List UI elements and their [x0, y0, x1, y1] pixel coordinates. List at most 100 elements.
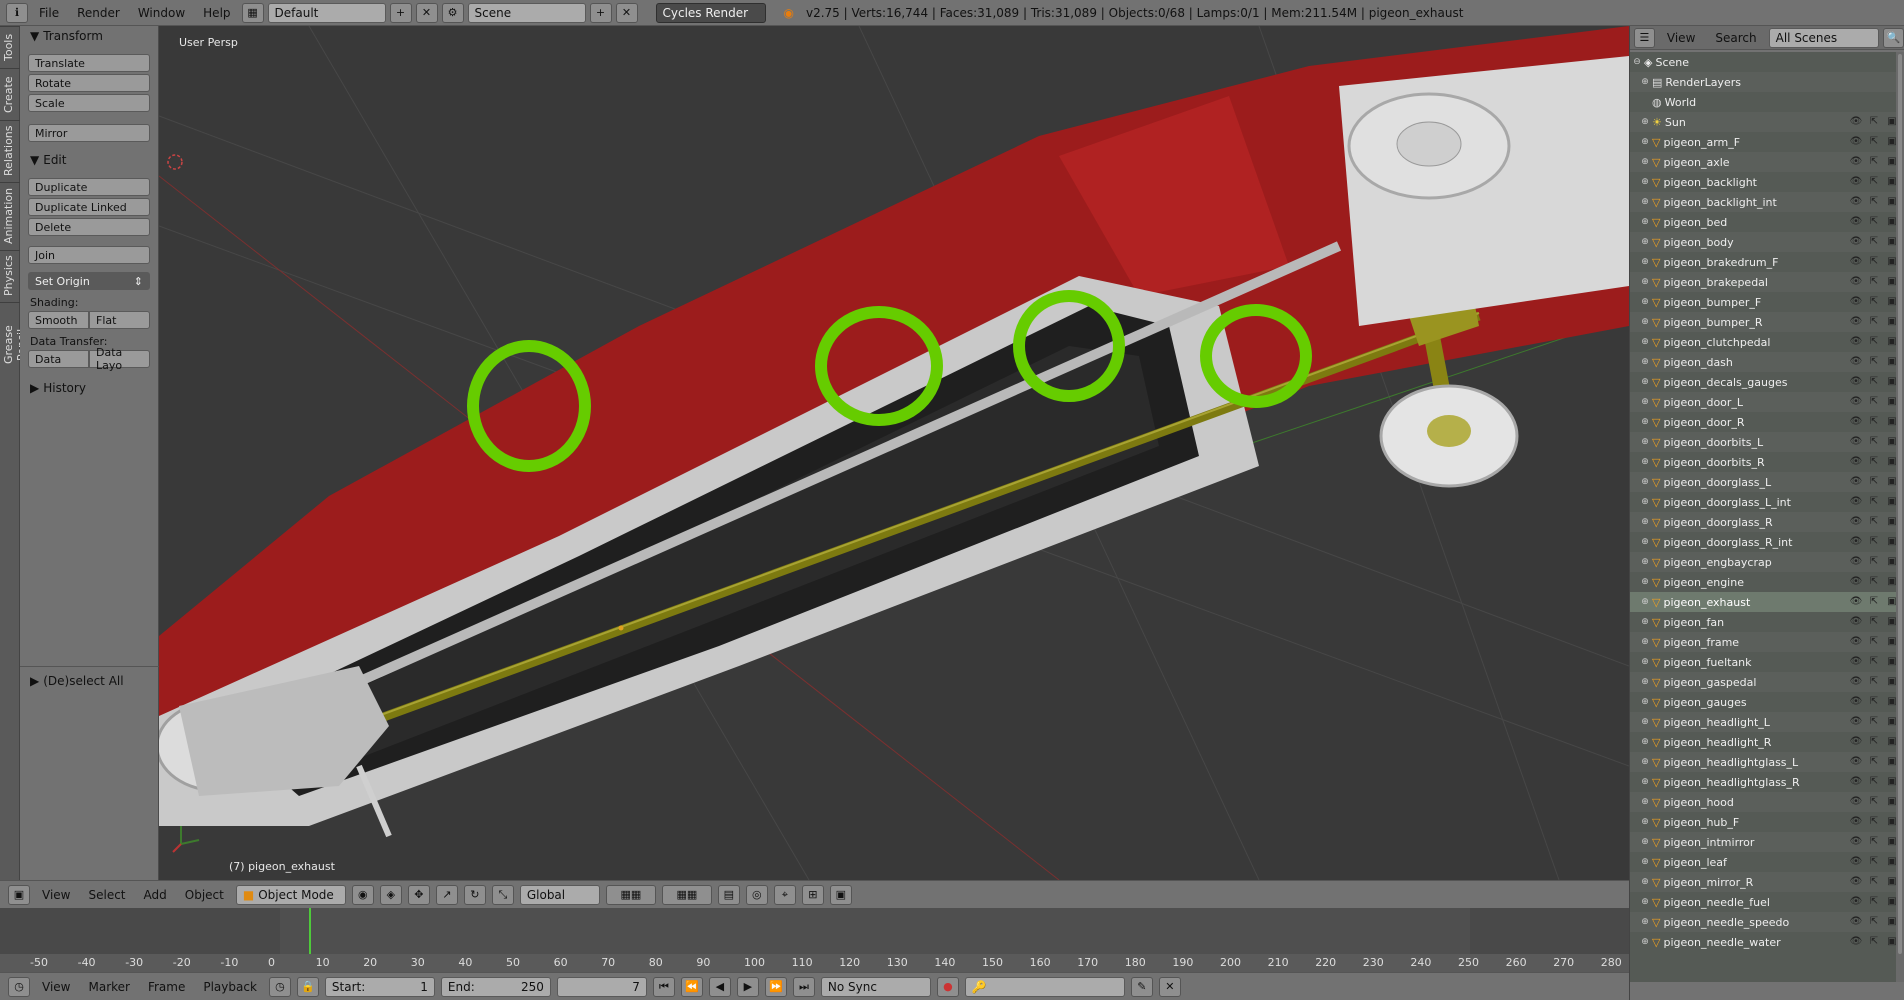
cursor-icon[interactable]: ⇱ — [1867, 515, 1881, 529]
expand-icon[interactable]: ⊕ — [1638, 377, 1652, 387]
expand-icon[interactable]: ⊕ — [1638, 777, 1652, 787]
play-icon[interactable]: ▶ — [736, 976, 759, 997]
expand-icon[interactable]: ⊕ — [1638, 437, 1652, 447]
cursor-icon[interactable]: ⇱ — [1867, 175, 1881, 189]
eye-icon[interactable]: 👁 — [1849, 115, 1863, 129]
layers-grid-icon[interactable]: ▦▦ — [605, 884, 656, 905]
outliner-item-row[interactable]: ⊕ ▽ pigeon_exhaust 👁 ⇱ ▣ — [1630, 592, 1904, 612]
smooth-button[interactable]: Smooth — [28, 311, 89, 329]
eye-icon[interactable]: 👁 — [1849, 735, 1863, 749]
outliner-scene-row[interactable]: ⊖ ◈ Scene — [1630, 52, 1904, 72]
expand-icon[interactable]: ⊕ — [1638, 877, 1652, 887]
cursor-icon[interactable]: ⇱ — [1867, 195, 1881, 209]
add-scene-icon[interactable]: + — [589, 2, 612, 23]
expand-icon[interactable]: ⊕ — [1638, 677, 1652, 687]
outliner-item-row[interactable]: ⊕ ▽ pigeon_needle_fuel 👁 ⇱ ▣ — [1630, 892, 1904, 912]
outliner-scrollbar[interactable] — [1896, 52, 1904, 982]
expand-icon[interactable]: ⊕ — [1638, 837, 1652, 847]
outliner-item-row[interactable]: ⊕ ▽ pigeon_headlight_R 👁 ⇱ ▣ — [1630, 732, 1904, 752]
timeline[interactable]: -50 -40 -30 -20 -10 0 10 20 30 40 50 60 70 80 90 100 110… — [0, 908, 1629, 972]
outliner-item-row[interactable]: ⊕ ▽ pigeon_bumper_R 👁 ⇱ ▣ — [1630, 312, 1904, 332]
eye-icon[interactable]: 👁 — [1849, 435, 1863, 449]
set-origin-select[interactable]: Set Origin ⇕ — [28, 272, 150, 290]
outliner-item-row[interactable]: ⊕ ▽ pigeon_engbaycrap 👁 ⇱ ▣ — [1630, 552, 1904, 572]
outliner-item-row[interactable]: ⊕ ▽ pigeon_hood 👁 ⇱ ▣ — [1630, 792, 1904, 812]
menu-help[interactable]: Help — [196, 6, 237, 20]
cursor-icon[interactable]: ⇱ — [1867, 755, 1881, 769]
expand-icon[interactable]: ⊕ — [1638, 737, 1652, 747]
screen-layout-select[interactable]: Default — [267, 2, 386, 23]
expand-icon[interactable]: ⊕ — [1638, 577, 1652, 587]
expand-icon[interactable]: ⊕ — [1638, 457, 1652, 467]
remove-scene-icon[interactable]: ✕ — [615, 2, 638, 23]
expand-icon[interactable]: ⊕ — [1638, 317, 1652, 327]
expand-icon[interactable]: ⊕ — [1638, 177, 1652, 187]
preview-range-icon[interactable]: ◷ — [268, 976, 291, 997]
expand-icon[interactable]: ⊕ — [1638, 297, 1652, 307]
outliner-item-row[interactable]: ⊕ ▽ pigeon_doorbits_R 👁 ⇱ ▣ — [1630, 452, 1904, 472]
menu-render[interactable]: Render — [70, 6, 127, 20]
delete-button[interactable]: Delete — [28, 218, 150, 236]
cursor-icon[interactable]: ⇱ — [1867, 595, 1881, 609]
render-layer-icon[interactable]: ▤ — [717, 884, 740, 905]
cursor-icon[interactable]: ⇱ — [1867, 455, 1881, 469]
menu-object[interactable]: Object — [179, 888, 230, 902]
cursor-icon[interactable]: ⇱ — [1867, 135, 1881, 149]
outliner-item-row[interactable]: ⊕ ▽ pigeon_hub_F 👁 ⇱ ▣ — [1630, 812, 1904, 832]
eye-icon[interactable]: 👁 — [1849, 515, 1863, 529]
eye-icon[interactable]: 👁 — [1849, 835, 1863, 849]
rotate-manipulator-icon[interactable]: ↻ — [463, 884, 486, 905]
outliner-item-row[interactable]: ⊕ ▽ pigeon_leaf 👁 ⇱ ▣ — [1630, 852, 1904, 872]
proportional-edit-icon[interactable]: ◎ — [745, 884, 768, 905]
scene-select[interactable]: Scene — [467, 2, 586, 23]
eye-icon[interactable]: 👁 — [1849, 715, 1863, 729]
eye-icon[interactable]: 👁 — [1849, 535, 1863, 549]
expand-icon[interactable]: ⊕ — [1638, 637, 1652, 647]
data-layout-button[interactable]: Data Layo — [89, 346, 150, 372]
layers-grid-2-icon[interactable]: ▦▦ — [661, 884, 712, 905]
menu-view[interactable]: View — [36, 888, 76, 902]
cursor-icon[interactable]: ⇱ — [1867, 575, 1881, 589]
eye-icon[interactable]: 👁 — [1849, 195, 1863, 209]
data-transfer-button[interactable]: Data — [28, 350, 89, 368]
menu-view-timeline[interactable]: View — [36, 980, 76, 994]
expand-icon[interactable]: ⊕ — [1638, 217, 1652, 227]
cursor-icon[interactable]: ⇱ — [1867, 795, 1881, 809]
cursor-icon[interactable]: ⇱ — [1867, 835, 1881, 849]
expand-icon[interactable]: ⊕ — [1638, 417, 1652, 427]
outliner-item-row[interactable]: ⊕ ▽ pigeon_doorglass_L 👁 ⇱ ▣ — [1630, 472, 1904, 492]
cursor-icon[interactable]: ⇱ — [1867, 775, 1881, 789]
menu-frame[interactable]: Frame — [142, 980, 191, 994]
outliner-item-row[interactable]: ⊕ ▽ pigeon_needle_water 👁 ⇱ ▣ — [1630, 932, 1904, 952]
eye-icon[interactable]: 👁 — [1849, 855, 1863, 869]
cursor-icon[interactable]: ⇱ — [1867, 315, 1881, 329]
outliner-item-row[interactable]: ⊕ ▽ pigeon_headlightglass_R 👁 ⇱ ▣ — [1630, 772, 1904, 792]
expand-icon[interactable]: ⊕ — [1638, 397, 1652, 407]
outliner-item-row[interactable]: ⊕ ▽ pigeon_clutchpedal 👁 ⇱ ▣ — [1630, 332, 1904, 352]
eye-icon[interactable]: 👁 — [1849, 255, 1863, 269]
eye-icon[interactable]: 👁 — [1849, 795, 1863, 809]
outliner-item-row[interactable]: ⊕ ▽ pigeon_fueltank 👁 ⇱ ▣ — [1630, 652, 1904, 672]
pivot-point-icon[interactable]: ◈ — [379, 884, 402, 905]
cursor-icon[interactable]: ⇱ — [1867, 815, 1881, 829]
outliner-item-row[interactable]: ⊕ ▽ pigeon_arm_F 👁 ⇱ ▣ — [1630, 132, 1904, 152]
expand-icon[interactable]: ⊕ — [1638, 537, 1652, 547]
flat-button[interactable]: Flat — [89, 311, 150, 329]
outliner-item-row[interactable]: ⊕ ▽ pigeon_decals_gauges 👁 ⇱ ▣ — [1630, 372, 1904, 392]
record-icon[interactable]: ● — [936, 976, 959, 997]
outliner-item-row[interactable]: ⊕ ▽ pigeon_bumper_F 👁 ⇱ ▣ — [1630, 292, 1904, 312]
delete-keyframe-icon[interactable]: ✕ — [1158, 976, 1181, 997]
cursor-icon[interactable]: ⇱ — [1867, 875, 1881, 889]
eye-icon[interactable]: 👁 — [1849, 695, 1863, 709]
jump-start-icon[interactable]: ⏮ — [652, 976, 675, 997]
orientation-select[interactable]: Global — [519, 884, 600, 905]
eye-icon[interactable]: 👁 — [1849, 155, 1863, 169]
eye-icon[interactable]: 👁 — [1849, 415, 1863, 429]
expand-icon[interactable]: ⊕ — [1638, 917, 1652, 927]
menu-playback[interactable]: Playback — [197, 980, 263, 994]
shading-mode-icon[interactable]: ◉ — [351, 884, 374, 905]
cursor-icon[interactable]: ⇱ — [1867, 675, 1881, 689]
expand-icon[interactable]: ⊕ — [1638, 497, 1652, 507]
eye-icon[interactable]: 👁 — [1849, 635, 1863, 649]
outliner-item-row[interactable]: ⊕ ▽ pigeon_bed 👁 ⇱ ▣ — [1630, 212, 1904, 232]
